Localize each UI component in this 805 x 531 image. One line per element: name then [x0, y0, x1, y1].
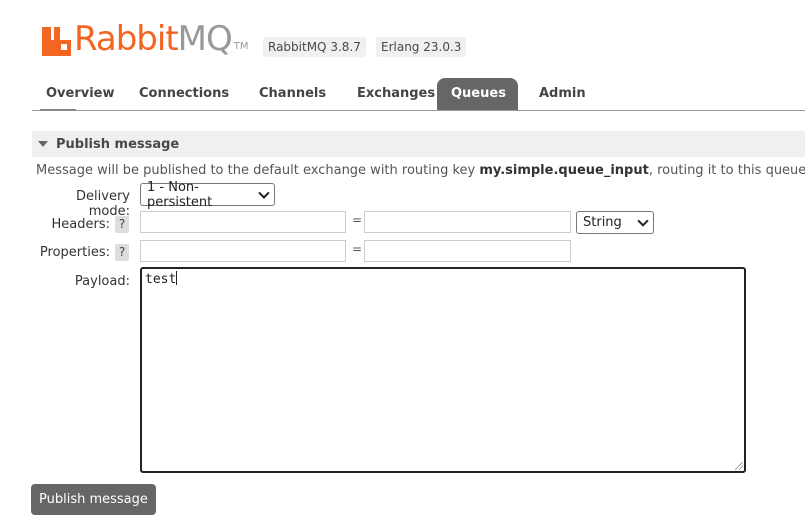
headers-type-select[interactable]: String [576, 211, 654, 234]
delivery-mode-value: 1 - Non-persistent [147, 179, 213, 210]
tabs-divider [32, 110, 805, 111]
properties-equals-sign: = [352, 242, 363, 256]
payload-textarea[interactable]: test [140, 267, 746, 473]
publish-description: Message will be published to the default… [36, 163, 805, 178]
headers-value-input[interactable] [364, 211, 571, 233]
delivery-mode-select[interactable]: 1 - Non-persistent [140, 180, 275, 210]
chevron-down-icon [637, 214, 649, 227]
properties-key-input[interactable] [140, 240, 346, 262]
description-suffix: , routing it to this queue. [648, 163, 805, 178]
headers-label: Headers: [51, 217, 111, 232]
description-prefix: Message will be published to the default… [36, 163, 480, 178]
logo-brand-text: Rabbit [74, 19, 179, 59]
tab-channels[interactable]: Channels [245, 78, 343, 110]
clipped-content-fragment [40, 107, 80, 113]
routing-key: my.simple.queue_input [479, 163, 649, 178]
rabbitmq-logo[interactable]: RabbitMQ TM [42, 16, 249, 56]
payload-text: test [145, 272, 177, 287]
properties-help-icon[interactable]: ? [115, 244, 129, 261]
payload-label: Payload: [74, 274, 130, 289]
properties-label: Properties: [39, 245, 110, 260]
text-caret [176, 271, 178, 285]
tab-admin[interactable]: Admin [518, 78, 599, 110]
chevron-down-icon [258, 187, 270, 198]
tab-exchanges[interactable]: Exchanges [343, 78, 437, 110]
logo-suffix-text: MQ [177, 19, 233, 59]
tab-queues[interactable]: Queues [437, 78, 518, 110]
headers-help-icon[interactable]: ? [115, 216, 129, 233]
delivery-mode-label: Delivery mode: [76, 189, 130, 219]
main-nav-tabs: Overview Connections Channels Exchanges … [32, 78, 599, 110]
publish-message-button[interactable]: Publish message [31, 484, 156, 515]
headers-key-input[interactable] [140, 211, 346, 233]
section-title: Publish message [56, 136, 180, 152]
rabbit-logo-icon [42, 27, 71, 56]
properties-value-input[interactable] [364, 240, 571, 262]
erlang-version-badge: Erlang 23.0.3 [376, 37, 467, 57]
triangle-down-icon [38, 141, 48, 147]
headers-type-value: String [583, 215, 622, 230]
tab-connections[interactable]: Connections [124, 78, 245, 110]
tab-overview[interactable]: Overview [32, 78, 124, 110]
headers-equals-sign: = [352, 213, 363, 227]
publish-message-section-header[interactable]: Publish message [32, 131, 805, 157]
resize-handle-icon[interactable] [735, 462, 743, 470]
rabbitmq-version-badge: RabbitMQ 3.8.7 [263, 37, 366, 57]
trademark-mark: TM [233, 41, 249, 52]
